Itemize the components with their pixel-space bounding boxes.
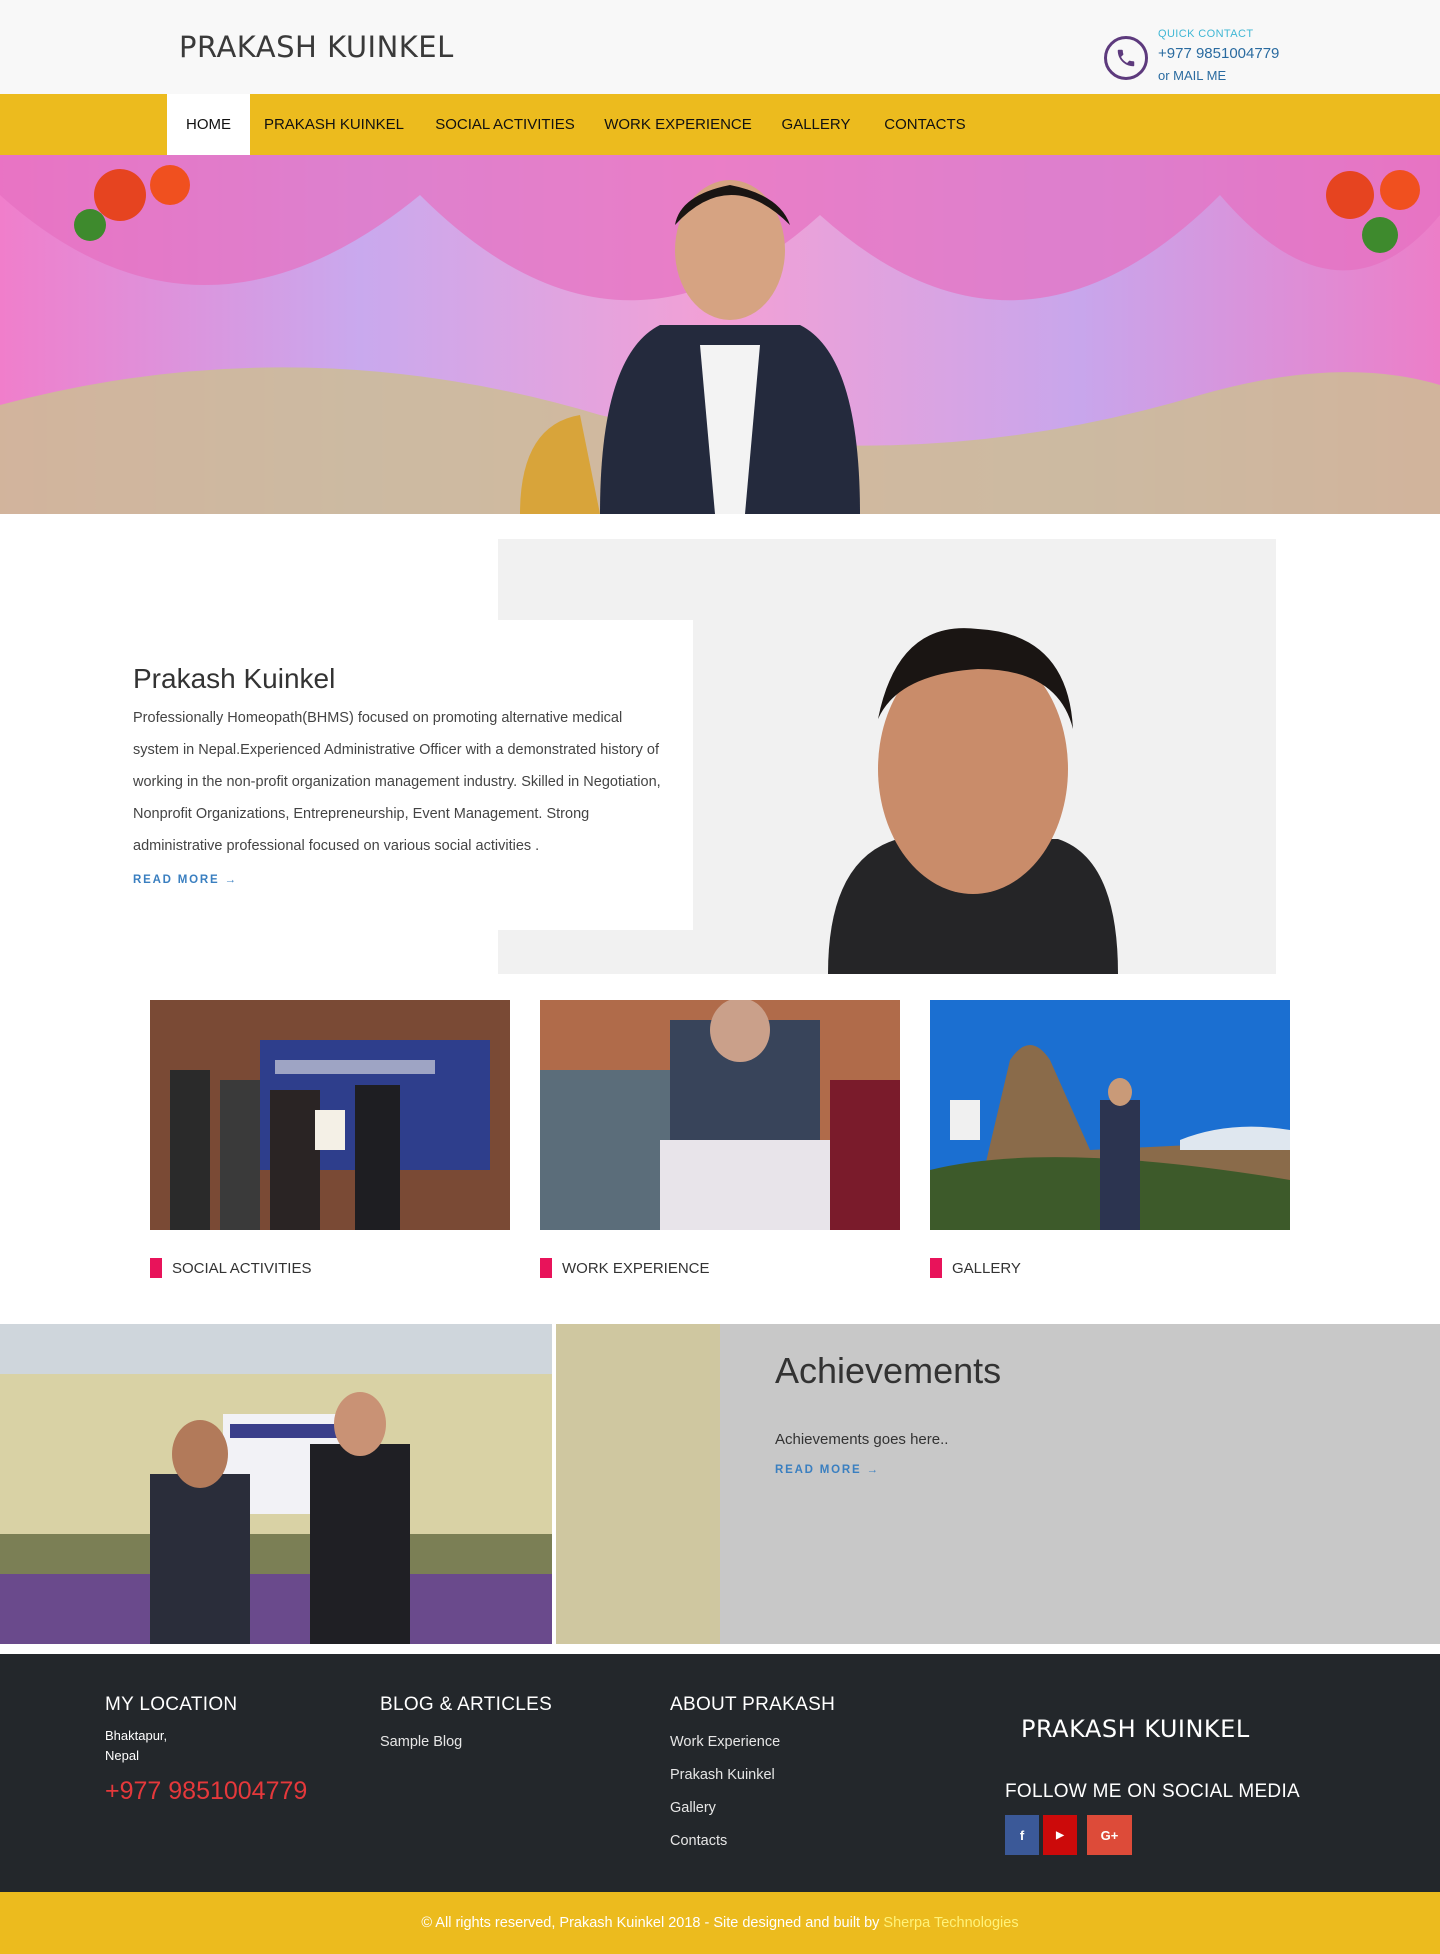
gallery-image[interactable]: [930, 1000, 1290, 1230]
footer-link-gallery[interactable]: Gallery: [670, 1800, 716, 1816]
card-label: SOCIAL ACTIVITIES: [172, 1259, 312, 1277]
footer-link-work-experience[interactable]: Work Experience: [670, 1734, 780, 1750]
main-nav: HOME PRAKASH KUINKEL SOCIAL ACTIVITIES W…: [0, 94, 1440, 155]
gallery-card-link[interactable]: GALLERY: [930, 1258, 1021, 1278]
achievements-title: Achievements: [775, 1350, 1002, 1391]
footer-social-heading: FOLLOW ME ON SOCIAL MEDIA: [1005, 1781, 1301, 1802]
header-phone-link[interactable]: +977 9851004779: [1158, 45, 1279, 62]
footer-link-contacts[interactable]: Contacts: [670, 1833, 727, 1849]
footer-link-sample-blog[interactable]: Sample Blog: [380, 1734, 462, 1750]
top-header: PRAKASH KUINKEL QUICK CONTACT +977 98510…: [0, 0, 1440, 94]
card-marker: [930, 1258, 942, 1278]
developer-credit-link[interactable]: Sherpa Technologies: [883, 1915, 1018, 1931]
footer-phone[interactable]: +977 9851004779: [105, 1777, 307, 1806]
work-experience-image[interactable]: [540, 1000, 900, 1230]
quick-contact-label: QUICK CONTACT: [1158, 28, 1254, 40]
google-plus-icon[interactable]: G+: [1087, 1815, 1132, 1855]
hero-banner: [0, 155, 1440, 514]
footer-blog-heading: BLOG & ARTICLES: [380, 1694, 553, 1715]
about-read-more-link[interactable]: READ MORE →: [133, 874, 238, 886]
nav-item-work-experience[interactable]: WORK EXPERIENCE: [598, 94, 758, 155]
achievements-text: Achievements goes here..: [775, 1431, 949, 1448]
card-label: WORK EXPERIENCE: [562, 1259, 710, 1277]
hero-image: [0, 155, 1440, 514]
nav-item-prakash-kuinkel[interactable]: PRAKASH KUINKEL: [254, 94, 414, 155]
footer-location-line2: Nepal: [105, 1748, 139, 1763]
youtube-icon[interactable]: ▶: [1043, 1815, 1077, 1855]
card-marker: [150, 1258, 162, 1278]
nav-item-home[interactable]: HOME: [167, 94, 250, 155]
phone-icon[interactable]: [1104, 36, 1148, 80]
facebook-icon[interactable]: f: [1005, 1815, 1039, 1855]
copyright-bar: © All rights reserved, Prakash Kuinkel 2…: [0, 1892, 1440, 1954]
social-activities-image[interactable]: [150, 1000, 510, 1230]
work-experience-card-link[interactable]: WORK EXPERIENCE: [540, 1258, 710, 1278]
about-bio: Professionally Homeopath(BHMS) focused o…: [133, 710, 661, 854]
social-activities-card-link[interactable]: SOCIAL ACTIVITIES: [150, 1258, 311, 1278]
card-marker: [540, 1258, 552, 1278]
card-label: GALLERY: [952, 1259, 1021, 1277]
mail-me-link[interactable]: or MAIL ME: [1158, 68, 1226, 83]
footer-location-heading: MY LOCATION: [105, 1694, 238, 1715]
nav-item-gallery[interactable]: GALLERY: [772, 94, 860, 155]
footer-link-prakash-kuinkel[interactable]: Prakash Kuinkel: [670, 1767, 775, 1783]
nav-item-social-activities[interactable]: SOCIAL ACTIVITIES: [420, 94, 590, 155]
achievements-read-more-link[interactable]: READ MORE →: [775, 1464, 880, 1476]
nav-item-contacts[interactable]: CONTACTS: [874, 94, 976, 155]
site-title[interactable]: PRAKASH KUINKEL: [179, 30, 454, 64]
copyright-text: © All rights reserved, Prakash Kuinkel 2…: [421, 1915, 880, 1931]
footer-brand[interactable]: PRAKASH KUINKEL: [1021, 1715, 1250, 1743]
achievements-image: [0, 1324, 720, 1644]
footer-about-heading: ABOUT PRAKASH: [670, 1694, 836, 1715]
about-name: Prakash Kuinkel: [133, 663, 336, 694]
footer-location-line1: Bhaktapur,: [105, 1728, 168, 1743]
